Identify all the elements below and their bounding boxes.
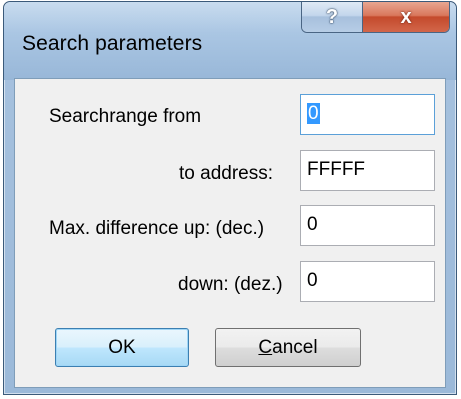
searchrange-from-value: 0 [307, 103, 320, 124]
cancel-button-label: Cancel [258, 337, 317, 359]
down-value: 0 [307, 270, 318, 291]
title-bar[interactable]: Search parameters ? x [4, 2, 456, 80]
max-difference-up-label: Max. difference up: (dec.) [49, 218, 265, 239]
cancel-label-rest: ancel [272, 336, 318, 358]
ok-button[interactable]: OK [55, 328, 189, 367]
dialog-body: Searchrange from 0 to address: FFFFF Max… [14, 78, 446, 388]
cancel-button[interactable]: Cancel [215, 328, 361, 367]
help-button[interactable]: ? [302, 2, 363, 32]
searchrange-from-field[interactable]: 0 [300, 94, 435, 135]
max-difference-up-value: 0 [307, 214, 318, 235]
window-title: Search parameters [22, 32, 203, 55]
close-icon: x [400, 5, 412, 28]
down-label: down: (dez.) [178, 274, 283, 295]
searchrange-from-label: Searchrange from [49, 106, 202, 127]
max-difference-up-field[interactable]: 0 [300, 205, 435, 246]
to-address-label: to address: [179, 163, 273, 184]
help-icon: ? [325, 5, 339, 28]
to-address-value: FFFFF [307, 159, 366, 180]
cancel-accelerator: C [258, 336, 273, 358]
close-button[interactable]: x [363, 2, 449, 32]
ok-button-label: OK [108, 336, 136, 358]
to-address-field[interactable]: FFFFF [300, 150, 435, 191]
dialog-window: Search parameters ? x Searchrange from 0… [3, 1, 457, 395]
caption-buttons: ? x [301, 2, 450, 33]
down-field[interactable]: 0 [300, 261, 435, 302]
